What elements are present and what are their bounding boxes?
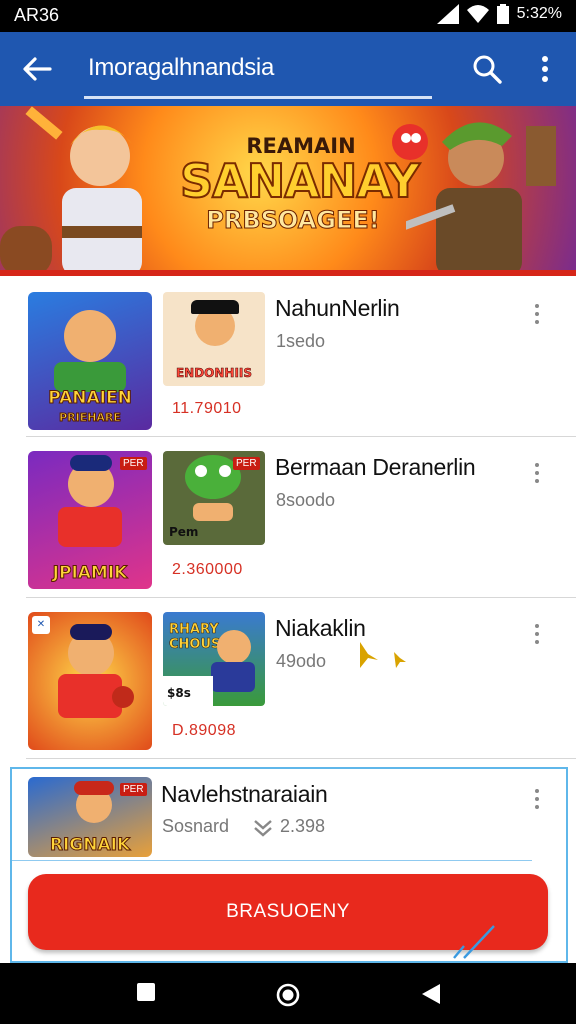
banner-headline-bottom: PRBSOAGEE!	[206, 206, 380, 235]
more-vert-icon[interactable]	[534, 52, 556, 86]
signal-icon	[436, 4, 459, 24]
search-icon[interactable]	[470, 52, 504, 86]
game-price: 11.79010	[172, 400, 242, 417]
game-thumbnail[interactable]: PER JPIAMIK	[28, 451, 152, 589]
home-icon[interactable]	[275, 982, 301, 1008]
item-more-icon[interactable]	[532, 622, 542, 648]
list-item[interactable]: PER JPIAMIK PER Pem 2.360000 Bermaan Der…	[0, 437, 576, 598]
game-thumbnail-secondary[interactable]: PER Pem	[163, 451, 265, 545]
item-more-icon[interactable]	[532, 461, 542, 487]
sparkle-icon	[360, 642, 406, 668]
game-subtitle: 1sedo	[276, 331, 326, 351]
game-price: 2.360000	[172, 561, 243, 578]
back-arrow-icon[interactable]	[20, 52, 54, 86]
battery-level: 5:32%	[516, 5, 562, 22]
wifi-icon	[466, 5, 489, 23]
game-title[interactable]: Bermaan Deranerlin	[275, 454, 476, 481]
game-title[interactable]: NahunNerlin	[275, 295, 400, 322]
recent-apps-icon[interactable]	[136, 981, 156, 1003]
list-item[interactable]: PANAIEN PRIEHARE ENDONHIIS 11.79010 Nahu…	[0, 276, 576, 437]
promo-banner[interactable]: REAMAIN SANANAY PRBSOAGEE!	[0, 106, 576, 276]
game-thumbnail-secondary[interactable]: ENDONHIIS	[163, 292, 265, 386]
title-underline	[84, 96, 432, 99]
game-subtitle: 8soodo	[276, 490, 336, 510]
game-title[interactable]: Niakaklin	[275, 615, 366, 642]
list-item[interactable]: ✕ RHARY CHOUS $8s D.89098 Niakaklin 49od…	[0, 598, 576, 759]
status-bar: AR36 5:32%	[0, 0, 576, 32]
system-nav-bar	[0, 963, 576, 1024]
app-bar: Imoragalhnandsia	[0, 32, 576, 106]
banner-headline-main: SANANAY	[179, 153, 421, 209]
back-icon[interactable]	[420, 982, 442, 1006]
status-icons: 5:32%	[436, 4, 562, 24]
game-thumbnail[interactable]: PANAIEN PRIEHARE	[28, 292, 152, 430]
game-subtitle: 49odo	[276, 651, 327, 671]
battery-icon	[496, 4, 509, 24]
checkmark-icon	[453, 925, 495, 959]
game-thumbnail-secondary[interactable]: RHARY CHOUS $8s	[163, 612, 265, 706]
game-thumbnail[interactable]: ✕	[28, 612, 152, 750]
banner-hero-left	[0, 106, 142, 276]
game-price: D.89098	[172, 722, 236, 739]
item-more-icon[interactable]	[532, 302, 542, 328]
status-time: AR36	[14, 5, 60, 25]
highlight-rule	[12, 860, 532, 861]
app-bar-title[interactable]: Imoragalhnandsia	[88, 54, 274, 82]
